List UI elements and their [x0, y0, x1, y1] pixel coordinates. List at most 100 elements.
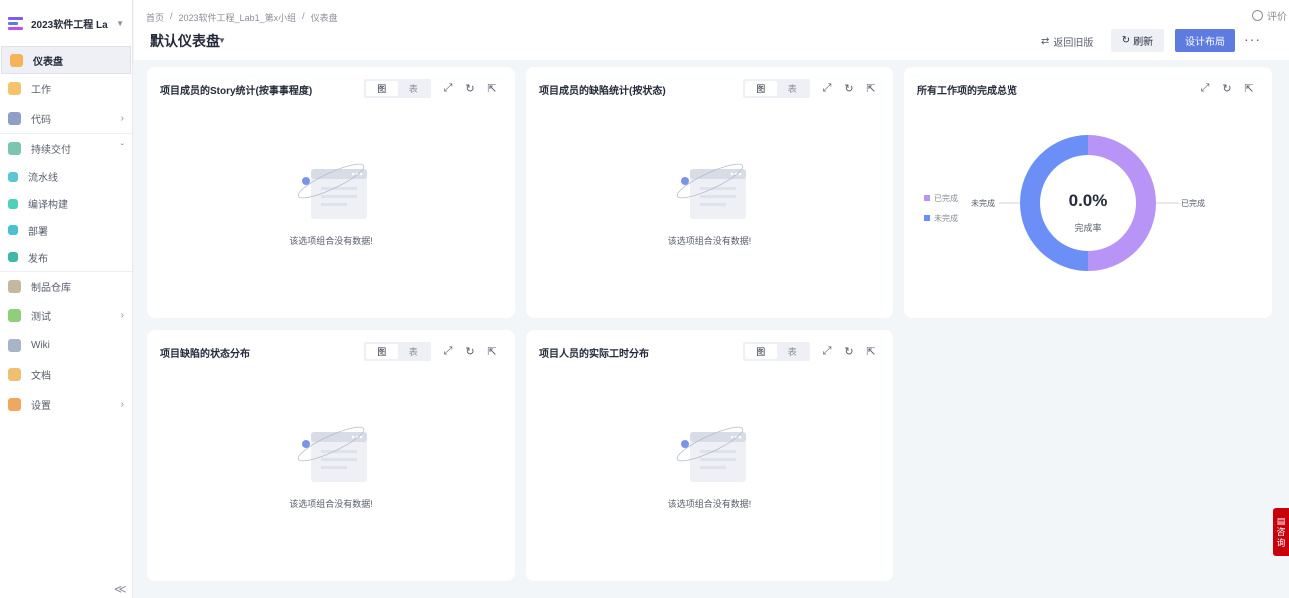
empty-data-illustration-icon — [676, 426, 746, 482]
wiki-icon — [8, 338, 21, 352]
refresh-icon: ↻ — [1121, 35, 1131, 46]
export-icon[interactable]: ⇱ — [486, 345, 498, 358]
consult-label-1: 咨 — [1276, 526, 1286, 537]
refresh-label: 刷新 — [1133, 37, 1154, 48]
sidebar: 2023软件工程 Lab... ▼ 仪表盘 工作 代码 › 持续交付 ˇ 流水线… — [0, 0, 133, 598]
empty-data-illustration-icon — [297, 163, 367, 219]
sidebar-item-settings[interactable]: 设置 › — [0, 390, 132, 420]
page-header: 首页 / 2023软件工程_Lab1_第x小组 / 仪表盘 默认仪表盘 ▼ 评价… — [134, 0, 1289, 60]
empty-message: 该选项组合没有数据! — [289, 236, 373, 246]
sidebar-item-label: 测试 — [31, 312, 51, 324]
view-toggle: 图 表 — [364, 79, 431, 98]
more-icon[interactable]: ··· — [1244, 31, 1261, 47]
export-icon[interactable]: ⇱ — [486, 82, 498, 95]
refresh-icon[interactable]: ↻ — [464, 82, 476, 95]
expand-icon[interactable]: ⤢ — [442, 82, 454, 95]
widget-card: 项目缺陷的状态分布 图 表 ⤢ ↻ ⇱ 该选项组合没有数据! — [147, 330, 515, 581]
sidebar-item-label: 设置 — [31, 400, 51, 412]
project-switcher[interactable]: 2023软件工程 Lab... ▼ — [0, 0, 132, 46]
widget-card: 所有工作项的完成总览 ⤢ ↻ ⇱ 已完成 未完成 未完成 已完成 0.0% 完成… — [904, 67, 1272, 318]
sidebar-item-test[interactable]: 测试 › — [0, 301, 132, 331]
sidebar-item-artifact[interactable]: 制品仓库 — [0, 272, 132, 302]
widget-title: 项目成员的Story统计(按事事程度) — [160, 86, 313, 97]
evaluate-button[interactable]: 评价 — [1252, 8, 1287, 23]
chevron-right-icon: › — [120, 310, 124, 322]
sidebar-item-work[interactable]: 工作 — [0, 74, 132, 104]
breadcrumb-sep: / — [170, 11, 173, 21]
table-view-tab[interactable]: 表 — [398, 81, 430, 96]
expand-icon[interactable]: ⤢ — [442, 345, 454, 358]
empty-message: 该选项组合没有数据! — [667, 499, 752, 509]
work-icon — [8, 82, 21, 96]
design-layout-button[interactable]: 设计布局 — [1175, 29, 1235, 52]
page-title[interactable]: 默认仪表盘 — [150, 31, 220, 51]
empty-state: 该选项组合没有数据! — [271, 159, 391, 247]
artifact-icon — [8, 279, 21, 293]
chart-view-tab[interactable]: 图 — [745, 81, 777, 96]
smile-icon — [1252, 10, 1263, 21]
deploy-icon — [8, 225, 18, 236]
chart-view-tab[interactable]: 图 — [745, 344, 777, 359]
sidebar-item-dashboard[interactable]: 仪表盘 — [1, 46, 131, 74]
sidebar-item-label: 流水线 — [28, 173, 58, 185]
widget-card: 项目成员的缺陷统计(按状态) 图 表 ⤢ ↻ ⇱ 该选项组合没有数据! — [526, 67, 893, 318]
annotation-completed: 已完成 — [1181, 199, 1205, 208]
sidebar-item-label: 发布 — [28, 253, 48, 265]
widget-title: 项目人员的实际工时分布 — [539, 349, 649, 360]
expand-icon[interactable]: ⤢ — [821, 82, 833, 95]
evaluate-label: 评价 — [1267, 12, 1287, 23]
empty-state: 该选项组合没有数据! — [271, 422, 391, 510]
breadcrumb-project[interactable]: 2023软件工程_Lab1_第x小组 — [179, 11, 297, 24]
view-toggle: 图 表 — [364, 342, 431, 361]
consult-label-2: 询 — [1276, 537, 1286, 548]
sidebar-item-code[interactable]: 代码 › — [0, 104, 132, 134]
docs-icon — [8, 368, 21, 382]
chart-view-tab[interactable]: 图 — [366, 81, 398, 96]
breadcrumb-sep: / — [302, 11, 305, 21]
table-view-tab[interactable]: 表 — [777, 344, 809, 359]
widget-card: 项目成员的Story统计(按事事程度) 图 表 ⤢ ↻ ⇱ 该选项组合没有数据! — [147, 67, 515, 318]
table-view-tab[interactable]: 表 — [777, 81, 809, 96]
sidebar-item-pipeline[interactable]: 流水线 — [0, 164, 132, 191]
export-icon[interactable]: ⇱ — [865, 82, 877, 95]
refresh-icon[interactable]: ↻ — [464, 345, 476, 358]
sidebar-item-deploy[interactable]: 部署 — [0, 217, 132, 244]
empty-state: 该选项组合没有数据! — [650, 159, 770, 247]
sidebar-item-release[interactable]: 发布 — [0, 244, 132, 271]
refresh-icon[interactable]: ↻ — [843, 82, 855, 95]
refresh-icon[interactable]: ↻ — [843, 345, 855, 358]
widget-title: 项目缺陷的状态分布 — [160, 349, 250, 360]
return-old-version-button[interactable]: ⇄ 返回旧版 — [1041, 34, 1093, 49]
sidebar-item-delivery[interactable]: 持续交付 ˇ — [0, 134, 132, 164]
export-icon[interactable]: ⇱ — [865, 345, 877, 358]
sidebar-item-build[interactable]: 编译构建 — [0, 190, 132, 217]
empty-message: 该选项组合没有数据! — [667, 236, 752, 246]
collapse-sidebar-icon[interactable]: ≪ — [114, 582, 127, 596]
sidebar-item-label: 部署 — [28, 226, 48, 238]
sidebar-item-docs[interactable]: 文档 — [0, 360, 132, 390]
view-toggle: 图 表 — [743, 79, 810, 98]
chat-icon: ▤ — [1276, 515, 1286, 526]
empty-state: 该选项组合没有数据! — [650, 422, 770, 510]
completion-value: 0.0% — [1068, 191, 1108, 210]
chevron-down-icon[interactable]: ▼ — [218, 36, 226, 45]
project-logo-icon — [8, 16, 23, 30]
view-toggle: 图 表 — [743, 342, 810, 361]
expand-icon[interactable]: ⤢ — [821, 345, 833, 358]
widget-title: 项目成员的缺陷统计(按状态) — [539, 86, 666, 97]
chart-view-tab[interactable]: 图 — [366, 344, 398, 359]
release-icon — [8, 252, 18, 263]
refresh-button[interactable]: ↻ 刷新 — [1111, 29, 1164, 52]
sidebar-item-label: 持续交付 — [31, 145, 71, 157]
chevron-down-icon: ▼ — [116, 18, 124, 28]
test-icon — [8, 309, 21, 323]
empty-data-illustration-icon — [676, 163, 746, 219]
chevron-right-icon: › — [120, 112, 124, 124]
switch-icon: ⇄ — [1041, 36, 1050, 47]
consult-float-button[interactable]: ▤ 咨 询 — [1273, 508, 1289, 556]
breadcrumb-home[interactable]: 首页 — [146, 11, 164, 24]
sidebar-item-wiki[interactable]: Wiki — [0, 331, 132, 361]
table-view-tab[interactable]: 表 — [398, 344, 430, 359]
sidebar-item-label: 仪表盘 — [33, 56, 63, 68]
sidebar-item-label: 工作 — [31, 85, 51, 97]
